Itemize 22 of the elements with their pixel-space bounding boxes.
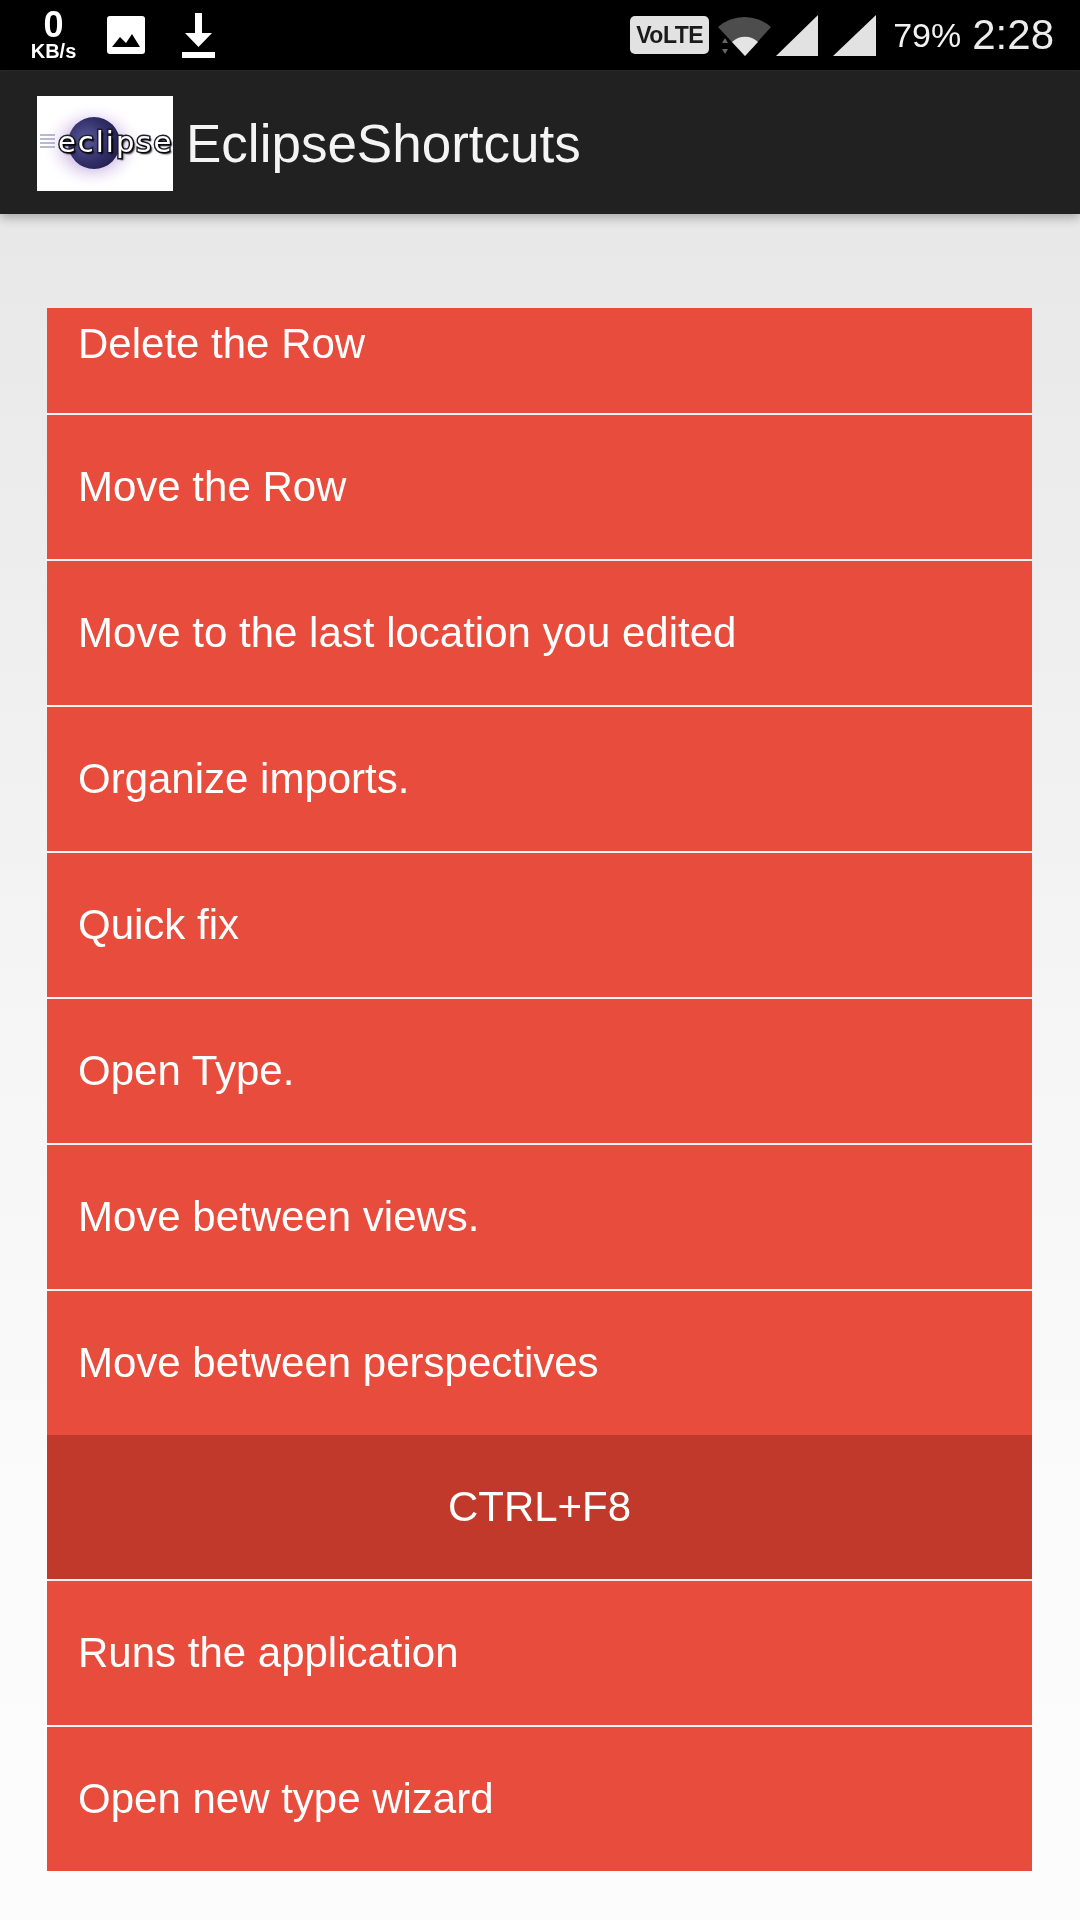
shortcut-keys: CTRL+F8 — [47, 1435, 1032, 1579]
app-title: EclipseShortcuts — [186, 112, 581, 174]
image-notification-icon — [107, 16, 145, 54]
shortcut-item[interactable]: Delete the Row — [47, 308, 1032, 413]
shortcut-item[interactable]: Open new type wizard — [47, 1725, 1032, 1871]
signal-strength-icon — [776, 14, 819, 56]
shortcut-item[interactable]: Move between perspectives — [47, 1289, 1032, 1435]
shortcut-item[interactable]: Move between views. — [47, 1143, 1032, 1289]
shortcut-item[interactable]: Runs the application — [47, 1579, 1032, 1725]
shortcut-item[interactable]: Organize imports. — [47, 705, 1032, 851]
signal-strength-icon — [833, 14, 877, 56]
shortcut-item[interactable]: Open Type. — [47, 997, 1032, 1143]
shortcut-item[interactable]: Quick fix — [47, 851, 1032, 997]
clock-time: 2:28 — [972, 11, 1054, 59]
shortcut-item[interactable]: Move the Row — [47, 413, 1032, 559]
battery-level: 79% — [893, 15, 962, 55]
download-icon — [181, 12, 216, 58]
network-speed-value: 0 — [43, 9, 64, 41]
network-speed-unit: KB/s — [30, 41, 77, 61]
volte-badge: VoLTE — [630, 16, 710, 54]
shortcut-item[interactable]: Move to the last location you edited — [47, 559, 1032, 705]
wifi-icon — [716, 14, 772, 56]
